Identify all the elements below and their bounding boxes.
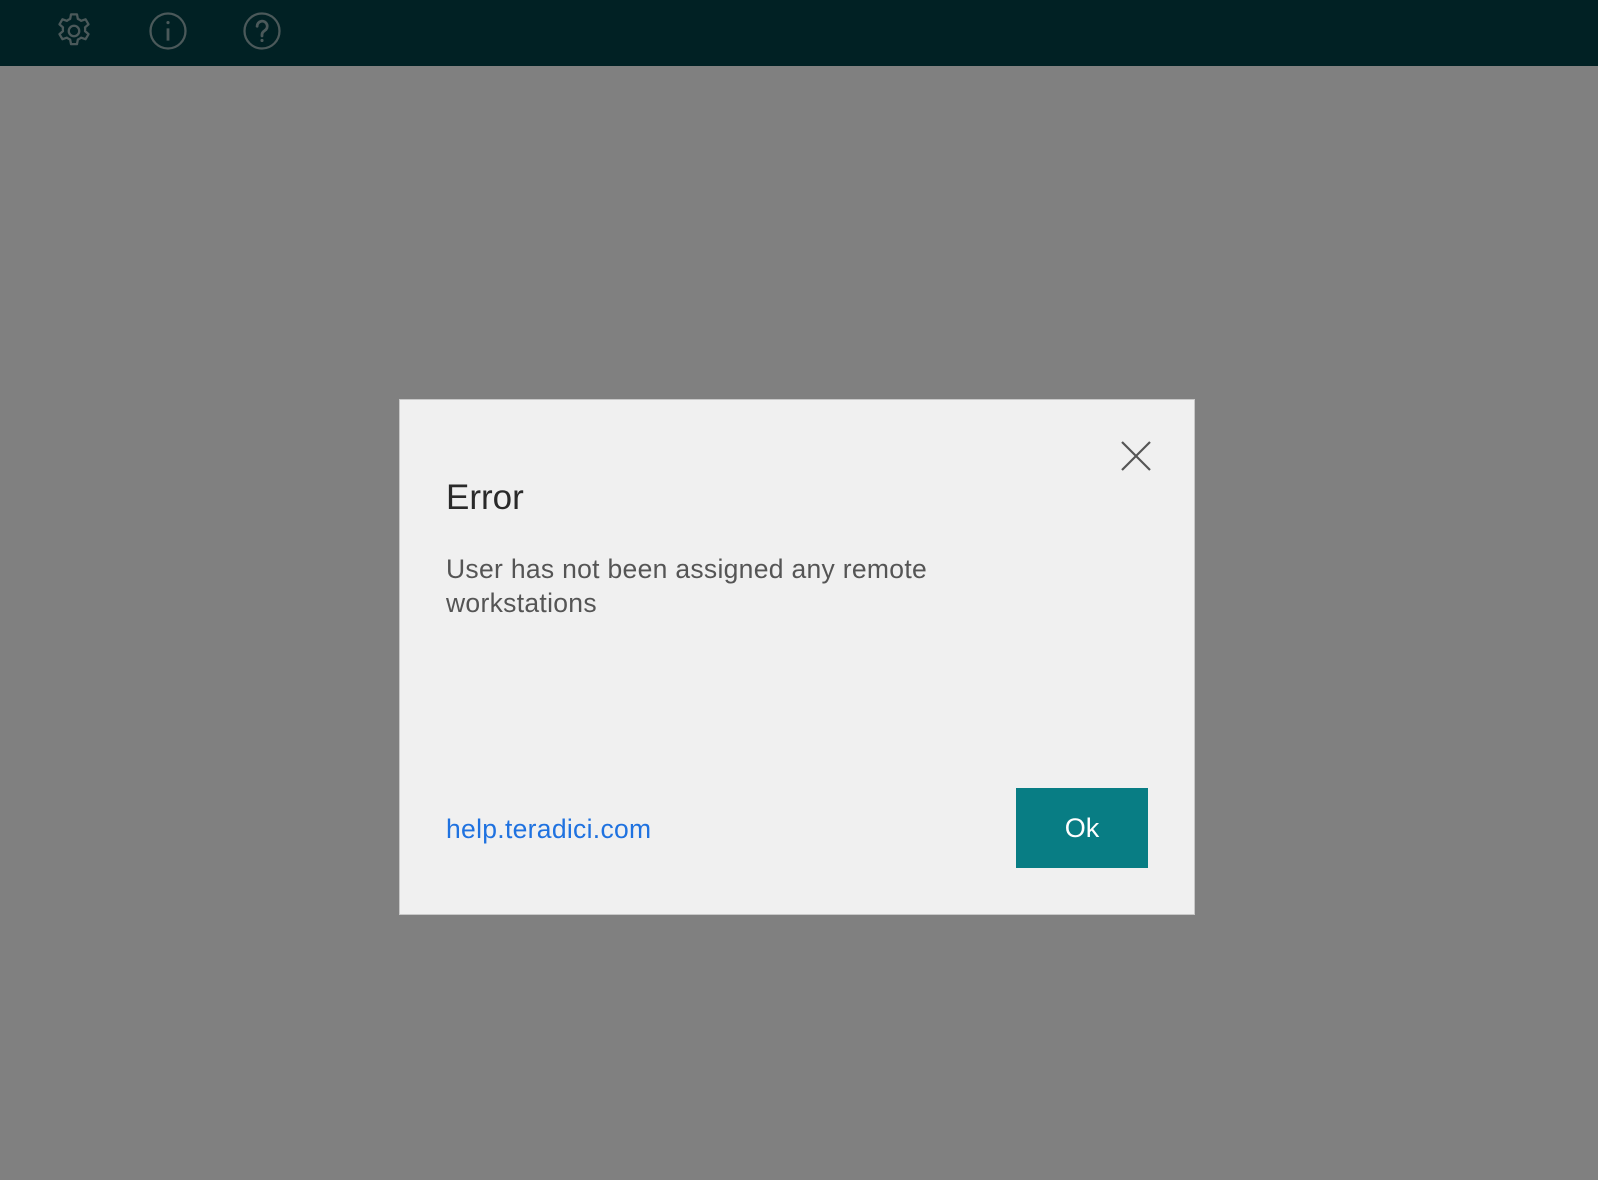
ok-button[interactable]: Ok (1016, 788, 1148, 868)
error-dialog: Error User has not been assigned any rem… (399, 399, 1195, 915)
error-message: User has not been assigned any remote wo… (446, 554, 928, 618)
dialog-title: Error (446, 478, 524, 517)
help-link[interactable]: help.teradici.com (446, 814, 651, 845)
close-button[interactable] (1116, 436, 1156, 476)
close-icon (1121, 441, 1151, 471)
app-window: Error User has not been assigned any rem… (0, 0, 1598, 1180)
